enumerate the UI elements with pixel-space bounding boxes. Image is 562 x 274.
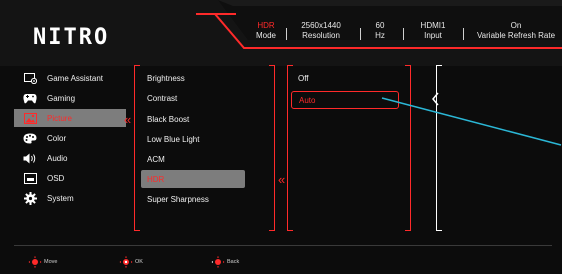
- status-divider: [360, 28, 361, 40]
- status-divider: [403, 28, 404, 40]
- submenu-item-low-blue-light[interactable]: Low Blue Light: [141, 130, 245, 148]
- osd-menu: NITRO HDR Mode 2560x1440 Resolution 60 H…: [0, 0, 562, 274]
- status-resolution-label: Resolution: [302, 31, 340, 40]
- joystick-back-icon: [211, 256, 225, 268]
- status-divider: [286, 28, 287, 40]
- status-vrr-label: Variable Refresh Rate: [476, 31, 556, 40]
- submenu-open-indicator: «: [124, 112, 132, 127]
- nav-item-label: Color: [47, 133, 67, 143]
- status-resolution: 2560x1440 Resolution: [292, 21, 350, 41]
- footer-divider: [14, 245, 552, 246]
- submenu-item-hdr[interactable]: HDR: [141, 170, 245, 188]
- status-input-label: Input: [424, 31, 442, 40]
- speaker-icon: [23, 152, 37, 164]
- value-panel-bracket: [436, 65, 442, 231]
- nav-item-picture[interactable]: Picture: [14, 109, 126, 127]
- submenu-bracket-left: [134, 65, 140, 231]
- submenu-item-black-boost[interactable]: Black Boost: [141, 110, 245, 128]
- nav-item-label: OSD: [47, 173, 65, 183]
- nav-item-audio[interactable]: Audio: [14, 149, 126, 167]
- nav-item-system[interactable]: System: [14, 189, 126, 207]
- status-input: HDMI1 Input: [412, 21, 454, 41]
- game-assistant-icon: [23, 72, 37, 84]
- submenu-item-super-sharpness[interactable]: Super Sharpness: [141, 190, 245, 208]
- status-input-value: HDMI1: [420, 21, 446, 30]
- option-off[interactable]: Off: [291, 69, 399, 87]
- nav-item-osd[interactable]: OSD: [14, 169, 126, 187]
- status-mode-value: HDR: [257, 21, 275, 30]
- submenu-item-acm[interactable]: ACM: [141, 150, 245, 168]
- nav-item-gaming[interactable]: Gaming: [14, 89, 126, 107]
- nav-item-label: Picture: [47, 113, 72, 123]
- palette-icon: [23, 132, 37, 144]
- submenu-item-brightness[interactable]: Brightness: [141, 69, 245, 87]
- status-vrr: On Variable Refresh Rate: [470, 21, 562, 41]
- options-open-indicator: «: [278, 172, 286, 187]
- nav-item-game-assistant[interactable]: Game Assistant: [14, 69, 126, 87]
- status-refresh-label: Hz: [375, 31, 385, 40]
- nav-item-label: Gaming: [47, 93, 76, 103]
- options-bracket-right: [405, 65, 411, 231]
- nav-item-label: Game Assistant: [47, 73, 104, 83]
- options-bracket-left: [287, 65, 293, 231]
- gamepad-icon: [23, 92, 37, 104]
- nitro-logo: NITRO: [33, 25, 110, 50]
- nav-item-color[interactable]: Color: [14, 129, 126, 147]
- picture-icon: [23, 112, 37, 124]
- status-divider: [463, 28, 464, 40]
- footer-move-label: Move: [44, 259, 58, 265]
- submenu-item-contrast[interactable]: Contrast: [141, 89, 245, 107]
- nav-item-label: Audio: [47, 153, 68, 163]
- pointer-line: [381, 97, 562, 146]
- status-refresh-value: 60: [375, 21, 385, 30]
- joystick-move-icon: [28, 256, 42, 268]
- status-resolution-value: 2560x1440: [301, 21, 341, 30]
- footer-back-label: Back: [227, 259, 240, 265]
- status-mode: HDR Mode: [253, 21, 279, 41]
- gear-icon: [23, 191, 37, 205]
- status-vrr-value: On: [510, 21, 522, 30]
- joystick-ok-icon: [119, 256, 133, 268]
- footer-ok-label: OK: [135, 259, 143, 265]
- nav-item-label: System: [47, 193, 74, 203]
- submenu-bracket-right: [269, 65, 275, 231]
- status-mode-label: Mode: [255, 31, 276, 40]
- status-refresh-rate: 60 Hz: [368, 21, 392, 41]
- footer-move-hint: Move: [28, 256, 57, 268]
- footer-back-hint: Back: [211, 256, 239, 268]
- osd-icon: [23, 172, 37, 184]
- footer-ok-hint: OK: [119, 256, 143, 268]
